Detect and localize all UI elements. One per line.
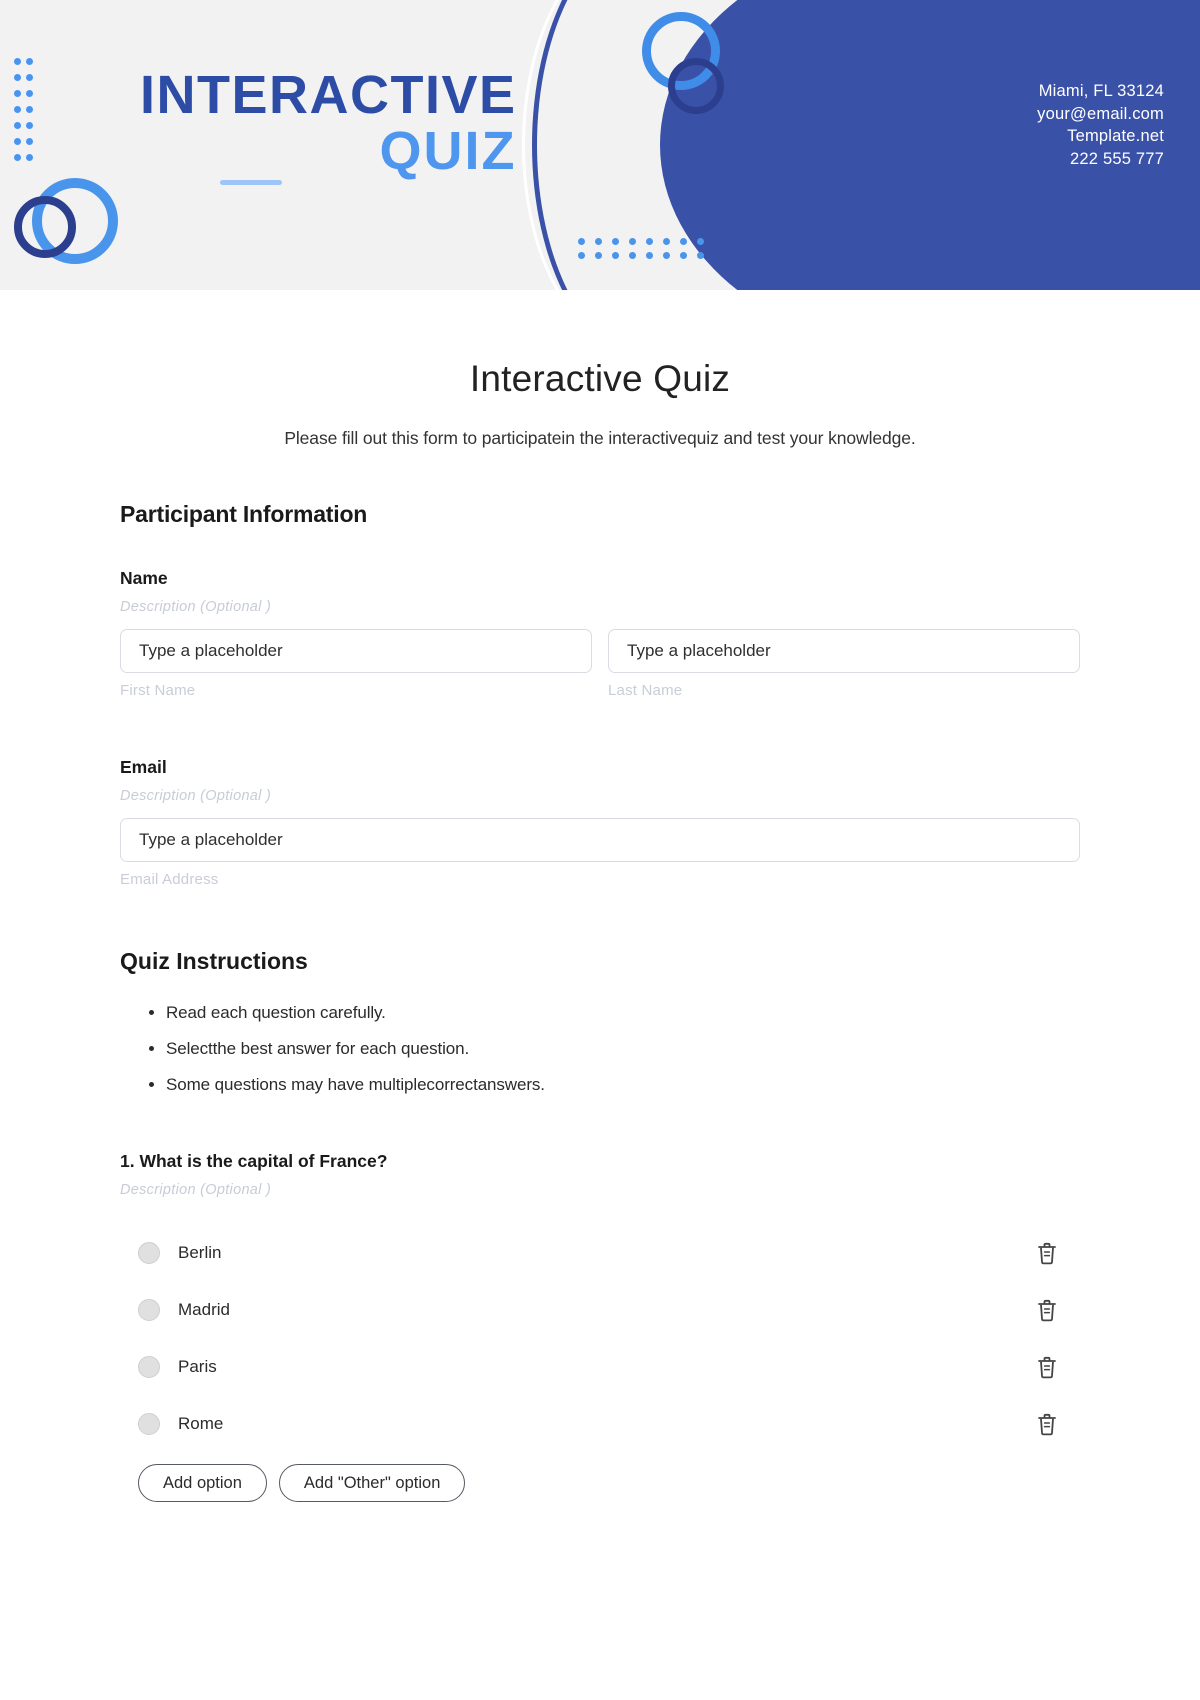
trash-icon[interactable] bbox=[1036, 1355, 1058, 1379]
radio-button-berlin[interactable] bbox=[138, 1241, 160, 1264]
trash-icon[interactable] bbox=[1036, 1298, 1058, 1322]
email-input[interactable]: Type a placeholder bbox=[120, 818, 1080, 862]
decorative-dots-bottom bbox=[578, 238, 714, 266]
add-option-button[interactable]: Add option bbox=[138, 1464, 267, 1502]
option-label: Paris bbox=[178, 1356, 217, 1376]
page-subtitle: Please fill out this form to participate… bbox=[284, 428, 916, 448]
name-description: Description (Optional ) bbox=[120, 599, 272, 615]
option-row[interactable]: Madrid bbox=[120, 1281, 1080, 1338]
brand-logo: INTERACTIVE QUIZ bbox=[140, 65, 517, 185]
name-inputs-row: Type a placeholder Type a placeholder bbox=[120, 629, 1080, 673]
option-buttons-row: Add option Add "Other" option bbox=[120, 1464, 1080, 1502]
option-row[interactable]: Paris bbox=[120, 1338, 1080, 1395]
add-other-option-button[interactable]: Add "Other" option bbox=[278, 1464, 466, 1502]
radio-button-rome[interactable] bbox=[138, 1412, 160, 1435]
page-header: INTERACTIVE QUIZ Miami, FL 33124 your@em… bbox=[0, 0, 1200, 290]
email-description: Description (Optional ) bbox=[120, 788, 272, 804]
logo-line-interactive: INTERACTIVE bbox=[140, 65, 517, 125]
first-name-sub-label: First Name bbox=[120, 682, 196, 699]
instruction-item: Selectthe best answer for each question. bbox=[166, 1031, 1080, 1067]
email-field-block: Email Description (Optional ) Type a pla… bbox=[120, 757, 1080, 888]
radio-button-madrid[interactable] bbox=[138, 1298, 160, 1321]
name-field-block: Name Description (Optional ) Type a plac… bbox=[120, 568, 1080, 699]
contact-address: Miami, FL 33124 bbox=[1038, 82, 1164, 100]
email-sub-label: Email Address bbox=[120, 871, 219, 888]
page-title: Interactive Quiz bbox=[469, 358, 731, 399]
name-label: Name bbox=[120, 568, 168, 588]
contact-email: your@email.com bbox=[1037, 104, 1164, 123]
trash-icon[interactable] bbox=[1036, 1241, 1058, 1265]
question-1-title: 1. What is the capital of France? bbox=[120, 1151, 388, 1171]
email-label: Email bbox=[120, 757, 167, 777]
quiz-instructions-heading: Quiz Instructions bbox=[120, 948, 308, 974]
question-1-options: Berlin Madrid Paris Rome bbox=[120, 1224, 1080, 1452]
question-1-description: Description (Optional ) bbox=[120, 1182, 272, 1198]
quiz-instructions-list: Read each question carefully. Selectthe … bbox=[120, 995, 1080, 1103]
decorative-circle-dark-top bbox=[668, 58, 724, 114]
option-label: Berlin bbox=[178, 1242, 222, 1262]
option-label: Madrid bbox=[178, 1299, 230, 1319]
logo-dash bbox=[220, 180, 282, 185]
last-name-input[interactable]: Type a placeholder bbox=[608, 629, 1080, 673]
contact-website: Template.net bbox=[1067, 127, 1164, 145]
option-row[interactable]: Rome bbox=[120, 1395, 1080, 1452]
decorative-circle-dark-bottom bbox=[14, 196, 76, 258]
option-label: Rome bbox=[178, 1413, 224, 1433]
form-body: Interactive Quiz Please fill out this fo… bbox=[0, 358, 1200, 1502]
decorative-dots-left bbox=[14, 58, 38, 170]
logo-line-quiz: QUIZ bbox=[379, 121, 517, 181]
last-name-sub-label: Last Name bbox=[608, 682, 683, 699]
contact-phone: 222 555 777 bbox=[1070, 149, 1164, 168]
email-input-row: Type a placeholder bbox=[120, 818, 1080, 862]
participant-information-heading: Participant Information bbox=[120, 501, 368, 527]
option-row[interactable]: Berlin bbox=[120, 1224, 1080, 1281]
first-name-input[interactable]: Type a placeholder bbox=[120, 629, 592, 673]
contact-info: Miami, FL 33124 your@email.com Template.… bbox=[1037, 80, 1164, 170]
name-sub-labels: First Name Last Name bbox=[120, 682, 1080, 699]
radio-button-paris[interactable] bbox=[138, 1355, 160, 1378]
email-sub-labels: Email Address bbox=[120, 871, 1080, 888]
instruction-item: Some questions may have multiplecorrecta… bbox=[166, 1067, 1080, 1103]
trash-icon[interactable] bbox=[1036, 1412, 1058, 1436]
instruction-item: Read each question carefully. bbox=[166, 995, 1080, 1031]
